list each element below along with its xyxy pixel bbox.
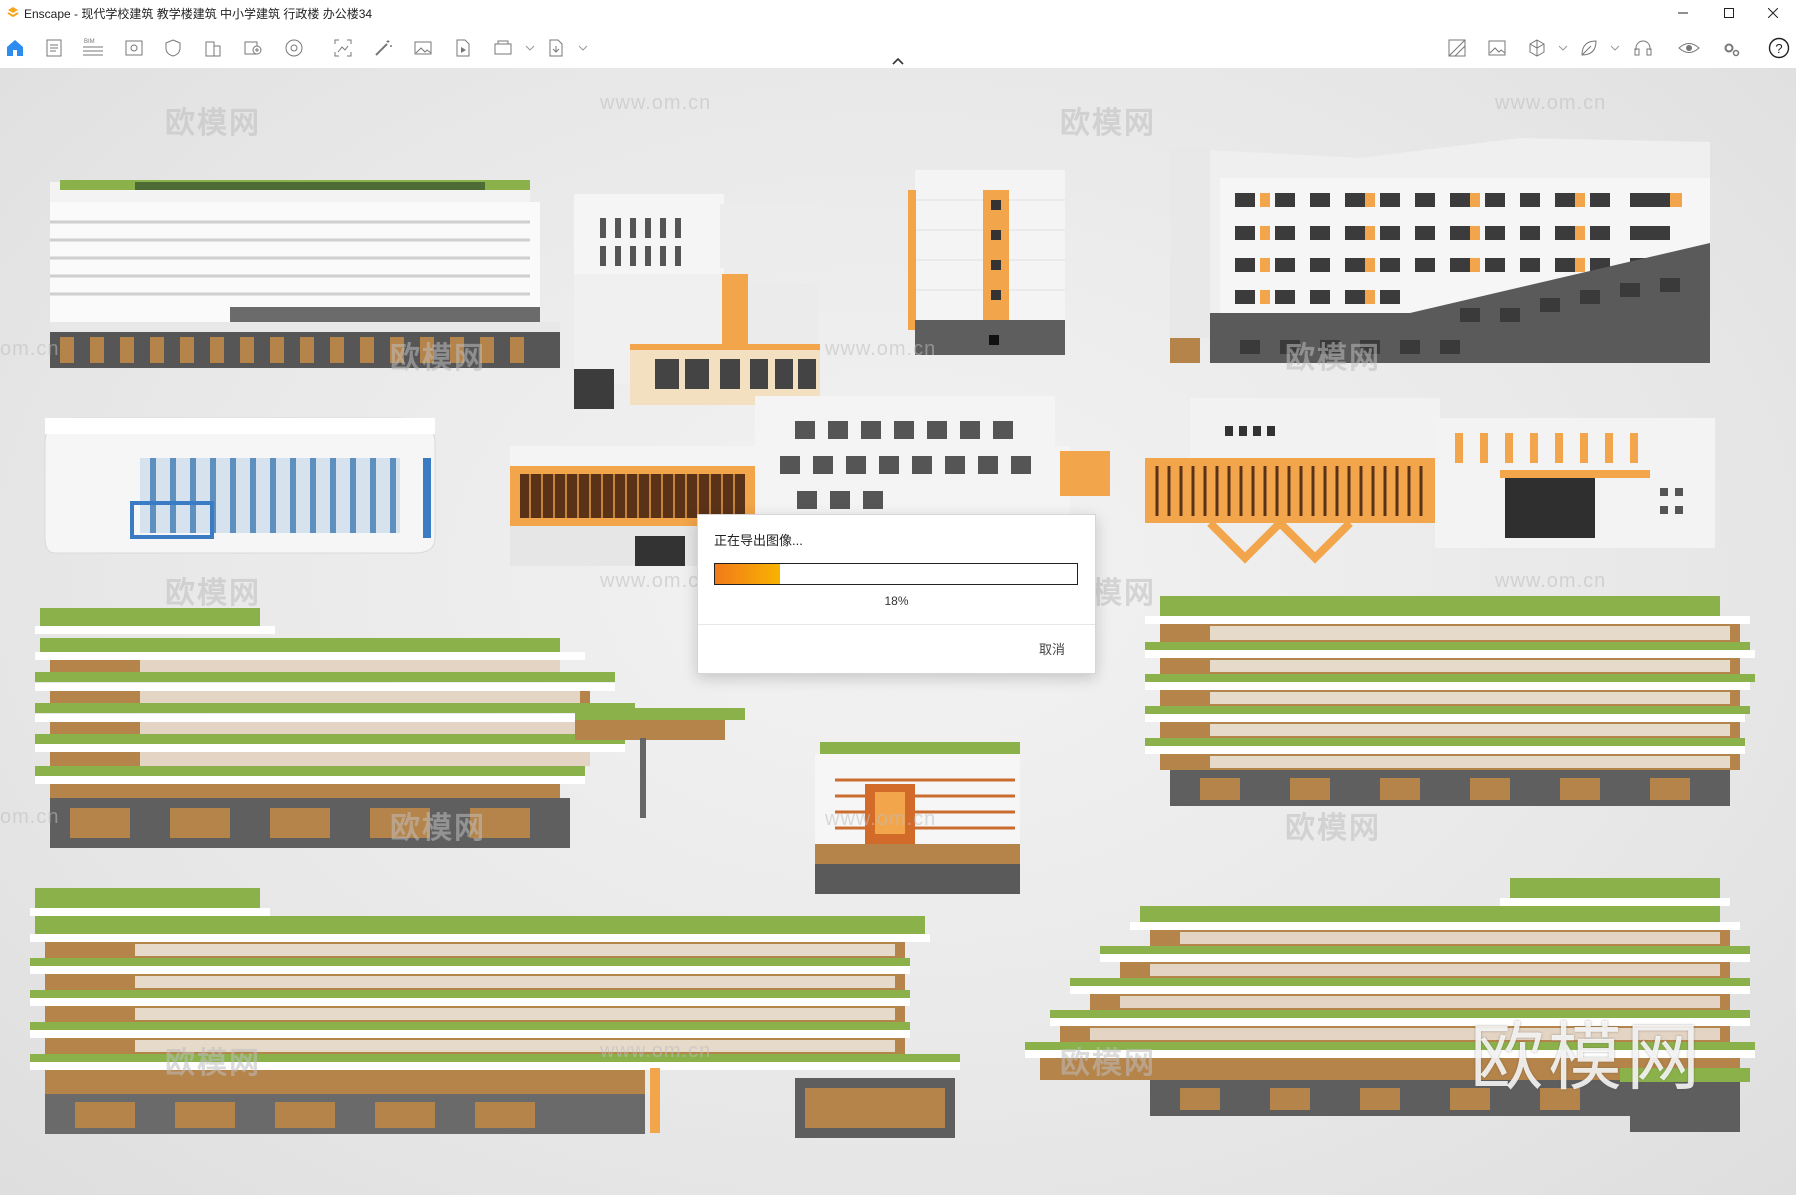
settings-icon	[1724, 43, 1740, 57]
close-icon	[1768, 8, 1778, 18]
collapse-toolbar-icon[interactable]	[891, 56, 905, 66]
magic-wand-button[interactable]	[370, 35, 396, 61]
cube-dropdown-icon[interactable]	[1558, 44, 1568, 52]
batch-render-dropdown-icon[interactable]	[525, 44, 535, 52]
watermark-url: www.om.cn	[1495, 570, 1607, 592]
help-button[interactable]: ?	[1766, 35, 1792, 61]
watermark-url: www.om.cn	[1495, 92, 1607, 114]
watermark-text: 欧模网	[165, 107, 261, 140]
leaf-dropdown-icon[interactable]	[1610, 44, 1620, 52]
progress-percent-label: 18%	[884, 594, 909, 608]
cancel-button[interactable]: 取消	[1039, 639, 1065, 658]
bim-label: BIM	[84, 39, 95, 45]
document-button[interactable]	[41, 35, 67, 61]
export-dropdown-icon[interactable]	[578, 44, 588, 52]
screenshot-button[interactable]	[330, 35, 356, 61]
photo-add-button[interactable]	[240, 35, 266, 61]
material-button[interactable]	[1444, 35, 1470, 61]
batch-render-button[interactable]	[490, 35, 516, 61]
building-model	[1170, 138, 1710, 363]
headset-icon	[1634, 40, 1652, 56]
watermark-text: 欧模网	[1060, 107, 1156, 140]
gallery-button[interactable]	[1484, 35, 1510, 61]
dialog-divider	[698, 624, 1095, 625]
leaf-button[interactable]	[1576, 35, 1602, 61]
building-icon	[205, 41, 221, 57]
image-icon	[414, 41, 432, 55]
svg-text:?: ?	[1775, 41, 1782, 56]
bim-button[interactable]: BIM	[80, 35, 106, 61]
watermark-text: 欧模网	[165, 577, 261, 610]
watermark-text: 欧模网	[390, 812, 486, 845]
image-button[interactable]	[410, 35, 436, 61]
eye-button[interactable]	[1676, 35, 1702, 61]
help-icon: ?	[1768, 37, 1790, 59]
bim-list-icon: BIM	[83, 39, 103, 56]
export-icon	[549, 39, 563, 57]
progress-bar	[714, 563, 1078, 585]
panorama-icon	[285, 39, 303, 57]
home-button[interactable]	[2, 35, 28, 61]
watermark-text: 欧模网	[1060, 1047, 1156, 1080]
building-model	[44, 417, 436, 554]
eye-icon	[1678, 43, 1700, 53]
watermark-url: om.cn	[0, 338, 60, 360]
batch-render-icon	[494, 40, 512, 55]
view-button[interactable]	[121, 35, 147, 61]
headset-button[interactable]	[1630, 35, 1656, 61]
dialog-title: 正在导出图像...	[714, 533, 803, 548]
document-icon	[46, 39, 62, 57]
watermark-text: 欧模网	[1285, 342, 1381, 375]
material-icon	[1448, 39, 1466, 57]
cube-button[interactable]	[1524, 35, 1550, 61]
watermark-url: www.om.cn	[825, 808, 937, 830]
watermark-url: www.om.cn	[600, 1040, 712, 1062]
video-file-button[interactable]	[450, 35, 476, 61]
shield-icon	[165, 39, 181, 57]
window-title: Enscape - 现代学校建筑 教学楼建筑 中小学建筑 行政楼 办公楼34	[24, 7, 373, 21]
magic-wand-icon	[375, 40, 392, 56]
enscape-logo-icon	[7, 7, 19, 18]
watermark-text: 欧模网	[165, 1047, 261, 1080]
gallery-icon	[1488, 40, 1506, 56]
leaf-icon	[1581, 40, 1597, 56]
settings-button[interactable]	[1718, 35, 1744, 61]
maximize-button[interactable]	[1706, 0, 1752, 26]
building-button[interactable]	[200, 35, 226, 61]
close-button[interactable]	[1750, 0, 1796, 26]
building-model	[35, 608, 745, 848]
shield-button[interactable]	[160, 35, 186, 61]
watermark-url: www.om.cn	[600, 92, 712, 114]
video-file-icon	[456, 39, 470, 57]
watermark-url: om.cn	[0, 806, 60, 828]
export-progress-dialog: 正在导出图像... 18% 取消	[697, 514, 1096, 674]
photo-add-icon	[244, 41, 262, 55]
minimize-icon	[1678, 12, 1688, 14]
watermark-text: 欧模网	[390, 342, 486, 375]
panorama-button[interactable]	[281, 35, 307, 61]
watermark-text: 欧模网	[1285, 812, 1381, 845]
screenshot-icon	[334, 39, 352, 57]
watermark-url: www.om.cn	[600, 570, 712, 592]
minimize-button[interactable]	[1660, 0, 1706, 26]
brand-watermark: 欧模网	[1470, 1015, 1704, 1101]
home-icon	[7, 40, 23, 56]
maximize-icon	[1724, 8, 1734, 18]
building-model	[908, 170, 1065, 355]
view-icon	[125, 40, 143, 56]
cube-icon	[1529, 39, 1545, 57]
progress-bar-fill	[715, 564, 781, 584]
building-model	[30, 888, 960, 1138]
export-button[interactable]	[543, 35, 569, 61]
watermark-url: www.om.cn	[825, 338, 937, 360]
title-bar: Enscape - 现代学校建筑 教学楼建筑 中小学建筑 行政楼 办公楼34	[0, 0, 1796, 26]
